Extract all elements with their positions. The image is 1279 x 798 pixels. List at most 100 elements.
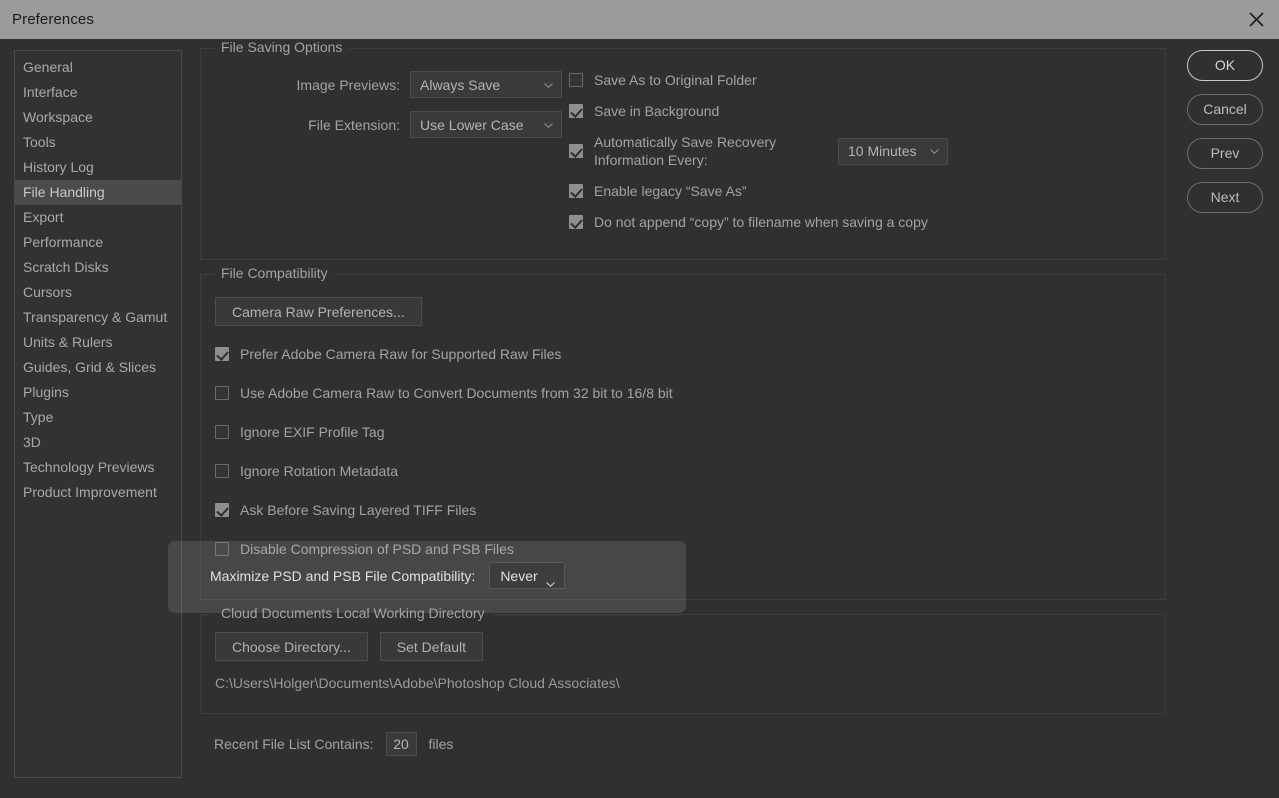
- recent-file-list-suffix: files: [428, 736, 454, 752]
- next-button[interactable]: Next: [1187, 182, 1263, 213]
- cancel-button[interactable]: Cancel: [1187, 94, 1263, 125]
- auto-save-recovery-row[interactable]: Automatically Save Recovery Information …: [569, 133, 1129, 169]
- auto-save-recovery-checkbox[interactable]: [569, 144, 583, 158]
- sidebar-item-cursors[interactable]: Cursors: [15, 280, 181, 305]
- disable-compression-checkbox[interactable]: [215, 542, 229, 556]
- save-as-original-folder-row[interactable]: Save As to Original Folder: [569, 71, 1129, 89]
- sidebar-item-label: Performance: [23, 234, 104, 250]
- sidebar-item-type[interactable]: Type: [15, 405, 181, 430]
- camera-raw-preferences-button[interactable]: Camera Raw Preferences...: [215, 297, 422, 326]
- sidebar-item-scratch-disks[interactable]: Scratch Disks: [15, 255, 181, 280]
- recent-file-list-input[interactable]: [385, 732, 417, 756]
- sidebar-item-general[interactable]: General: [15, 55, 181, 80]
- file-saving-options-legend: File Saving Options: [214, 39, 350, 55]
- choose-directory-button[interactable]: Choose Directory...: [215, 632, 368, 661]
- cloud-directory-path: C:\Users\Holger\Documents\Adobe\Photosho…: [215, 675, 620, 691]
- prefer-camera-raw-checkbox[interactable]: [215, 347, 229, 361]
- file-extension-select[interactable]: Use Lower Case: [410, 111, 562, 138]
- sidebar-item-label: Tools: [23, 134, 56, 150]
- image-previews-select[interactable]: Always Save: [410, 71, 562, 98]
- sidebar-item-label: Units & Rulers: [23, 334, 113, 350]
- sidebar-item-performance[interactable]: Performance: [15, 230, 181, 255]
- save-in-background-label: Save in Background: [594, 103, 720, 119]
- sidebar-item-label: File Handling: [23, 184, 105, 200]
- ask-layered-tiff-label: Ask Before Saving Layered TIFF Files: [240, 502, 477, 518]
- image-previews-value: Always Save: [420, 76, 501, 93]
- sidebar-item-3d[interactable]: 3D: [15, 430, 181, 455]
- sidebar-item-plugins[interactable]: Plugins: [15, 380, 181, 405]
- prefer-camera-raw-row[interactable]: Prefer Adobe Camera Raw for Supported Ra…: [215, 345, 1151, 363]
- no-append-copy-label: Do not append “copy” to filename when sa…: [594, 214, 928, 230]
- ignore-exif-row[interactable]: Ignore EXIF Profile Tag: [215, 423, 1151, 441]
- category-sidebar[interactable]: General Interface Workspace Tools Histor…: [14, 50, 182, 778]
- sidebar-item-tools[interactable]: Tools: [15, 130, 181, 155]
- chevron-down-icon: [545, 574, 555, 590]
- sidebar-item-label: Technology Previews: [23, 459, 155, 475]
- prefer-camera-raw-label: Prefer Adobe Camera Raw for Supported Ra…: [240, 346, 562, 362]
- preferences-dialog: Preferences General Interface Workspace …: [0, 0, 1279, 798]
- enable-legacy-save-as-row[interactable]: Enable legacy “Save As”: [569, 182, 1129, 200]
- sidebar-item-label: Export: [23, 209, 64, 225]
- save-in-background-checkbox[interactable]: [569, 104, 583, 118]
- maximize-compatibility-row[interactable]: Maximize PSD and PSB File Compatibility:…: [210, 562, 565, 589]
- sidebar-item-transparency-gamut[interactable]: Transparency & Gamut: [15, 305, 181, 330]
- file-compatibility-legend: File Compatibility: [214, 265, 335, 281]
- sidebar-item-workspace[interactable]: Workspace: [15, 105, 181, 130]
- sidebar-item-technology-previews[interactable]: Technology Previews: [15, 455, 181, 480]
- no-append-copy-row[interactable]: Do not append “copy” to filename when sa…: [569, 213, 1129, 231]
- ask-layered-tiff-checkbox[interactable]: [215, 503, 229, 517]
- convert-32bit-label: Use Adobe Camera Raw to Convert Document…: [240, 385, 673, 401]
- close-icon[interactable]: [1233, 0, 1279, 39]
- sidebar-item-export[interactable]: Export: [15, 205, 181, 230]
- set-default-button[interactable]: Set Default: [379, 632, 484, 661]
- sidebar-item-label: Plugins: [23, 384, 69, 400]
- sidebar-item-label: 3D: [23, 434, 41, 450]
- sidebar-item-label: Guides, Grid & Slices: [23, 359, 157, 375]
- maximize-compatibility-value: Never: [500, 567, 538, 584]
- recovery-interval-value: 10 Minutes: [848, 143, 917, 159]
- ignore-exif-label: Ignore EXIF Profile Tag: [240, 424, 385, 440]
- maximize-compatibility-label: Maximize PSD and PSB File Compatibility:: [210, 567, 476, 584]
- recent-file-list-row: Recent File List Contains: files: [200, 732, 1166, 756]
- no-append-copy-checkbox[interactable]: [569, 215, 583, 229]
- save-as-original-folder-checkbox[interactable]: [569, 73, 583, 87]
- file-extension-label: File Extension:: [308, 116, 400, 133]
- disable-compression-row[interactable]: Disable Compression of PSD and PSB Files: [215, 540, 1151, 558]
- sidebar-item-label: Workspace: [23, 109, 93, 125]
- recent-file-list-label: Recent File List Contains:: [214, 736, 374, 752]
- cloud-documents-legend: Cloud Documents Local Working Directory: [214, 605, 492, 621]
- sidebar-item-guides-grid-slices[interactable]: Guides, Grid & Slices: [15, 355, 181, 380]
- image-previews-label: Image Previews:: [296, 76, 400, 93]
- sidebar-item-label: Cursors: [23, 284, 73, 300]
- sidebar-item-label: General: [23, 59, 73, 75]
- sidebar-item-units-rulers[interactable]: Units & Rulers: [15, 330, 181, 355]
- file-extension-value: Use Lower Case: [420, 116, 524, 133]
- enable-legacy-save-as-checkbox[interactable]: [569, 184, 583, 198]
- enable-legacy-save-as-label: Enable legacy “Save As”: [594, 183, 747, 199]
- convert-32bit-row[interactable]: Use Adobe Camera Raw to Convert Document…: [215, 384, 1151, 402]
- file-saving-options-group: File Saving Options Image Previews: Alwa…: [200, 39, 1166, 260]
- recovery-interval-select[interactable]: 10 Minutes: [838, 137, 948, 165]
- sidebar-item-label: Interface: [23, 84, 78, 100]
- chevron-down-icon: [544, 122, 553, 128]
- title-bar: Preferences: [0, 0, 1279, 39]
- sidebar-item-history-log[interactable]: History Log: [15, 155, 181, 180]
- maximize-compatibility-select[interactable]: Never: [489, 562, 565, 590]
- sidebar-item-interface[interactable]: Interface: [15, 80, 181, 105]
- convert-32bit-checkbox[interactable]: [215, 386, 229, 400]
- sidebar-item-label: Scratch Disks: [23, 259, 109, 275]
- prev-button[interactable]: Prev: [1187, 138, 1263, 169]
- sidebar-item-file-handling[interactable]: File Handling: [15, 180, 181, 205]
- ignore-rotation-checkbox[interactable]: [215, 464, 229, 478]
- ignore-exif-checkbox[interactable]: [215, 425, 229, 439]
- ignore-rotation-row[interactable]: Ignore Rotation Metadata: [215, 462, 1151, 480]
- save-in-background-row[interactable]: Save in Background: [569, 102, 1129, 120]
- dialog-button-column: OK Cancel Prev Next: [1187, 50, 1263, 226]
- cloud-documents-group: Cloud Documents Local Working Directory …: [200, 605, 1166, 714]
- ok-button[interactable]: OK: [1187, 50, 1263, 81]
- chevron-down-icon: [544, 82, 553, 88]
- sidebar-item-product-improvement[interactable]: Product Improvement: [15, 480, 181, 505]
- chevron-down-icon: [930, 149, 939, 154]
- preferences-content: File Saving Options Image Previews: Alwa…: [200, 39, 1166, 756]
- ask-layered-tiff-row[interactable]: Ask Before Saving Layered TIFF Files: [215, 501, 1151, 519]
